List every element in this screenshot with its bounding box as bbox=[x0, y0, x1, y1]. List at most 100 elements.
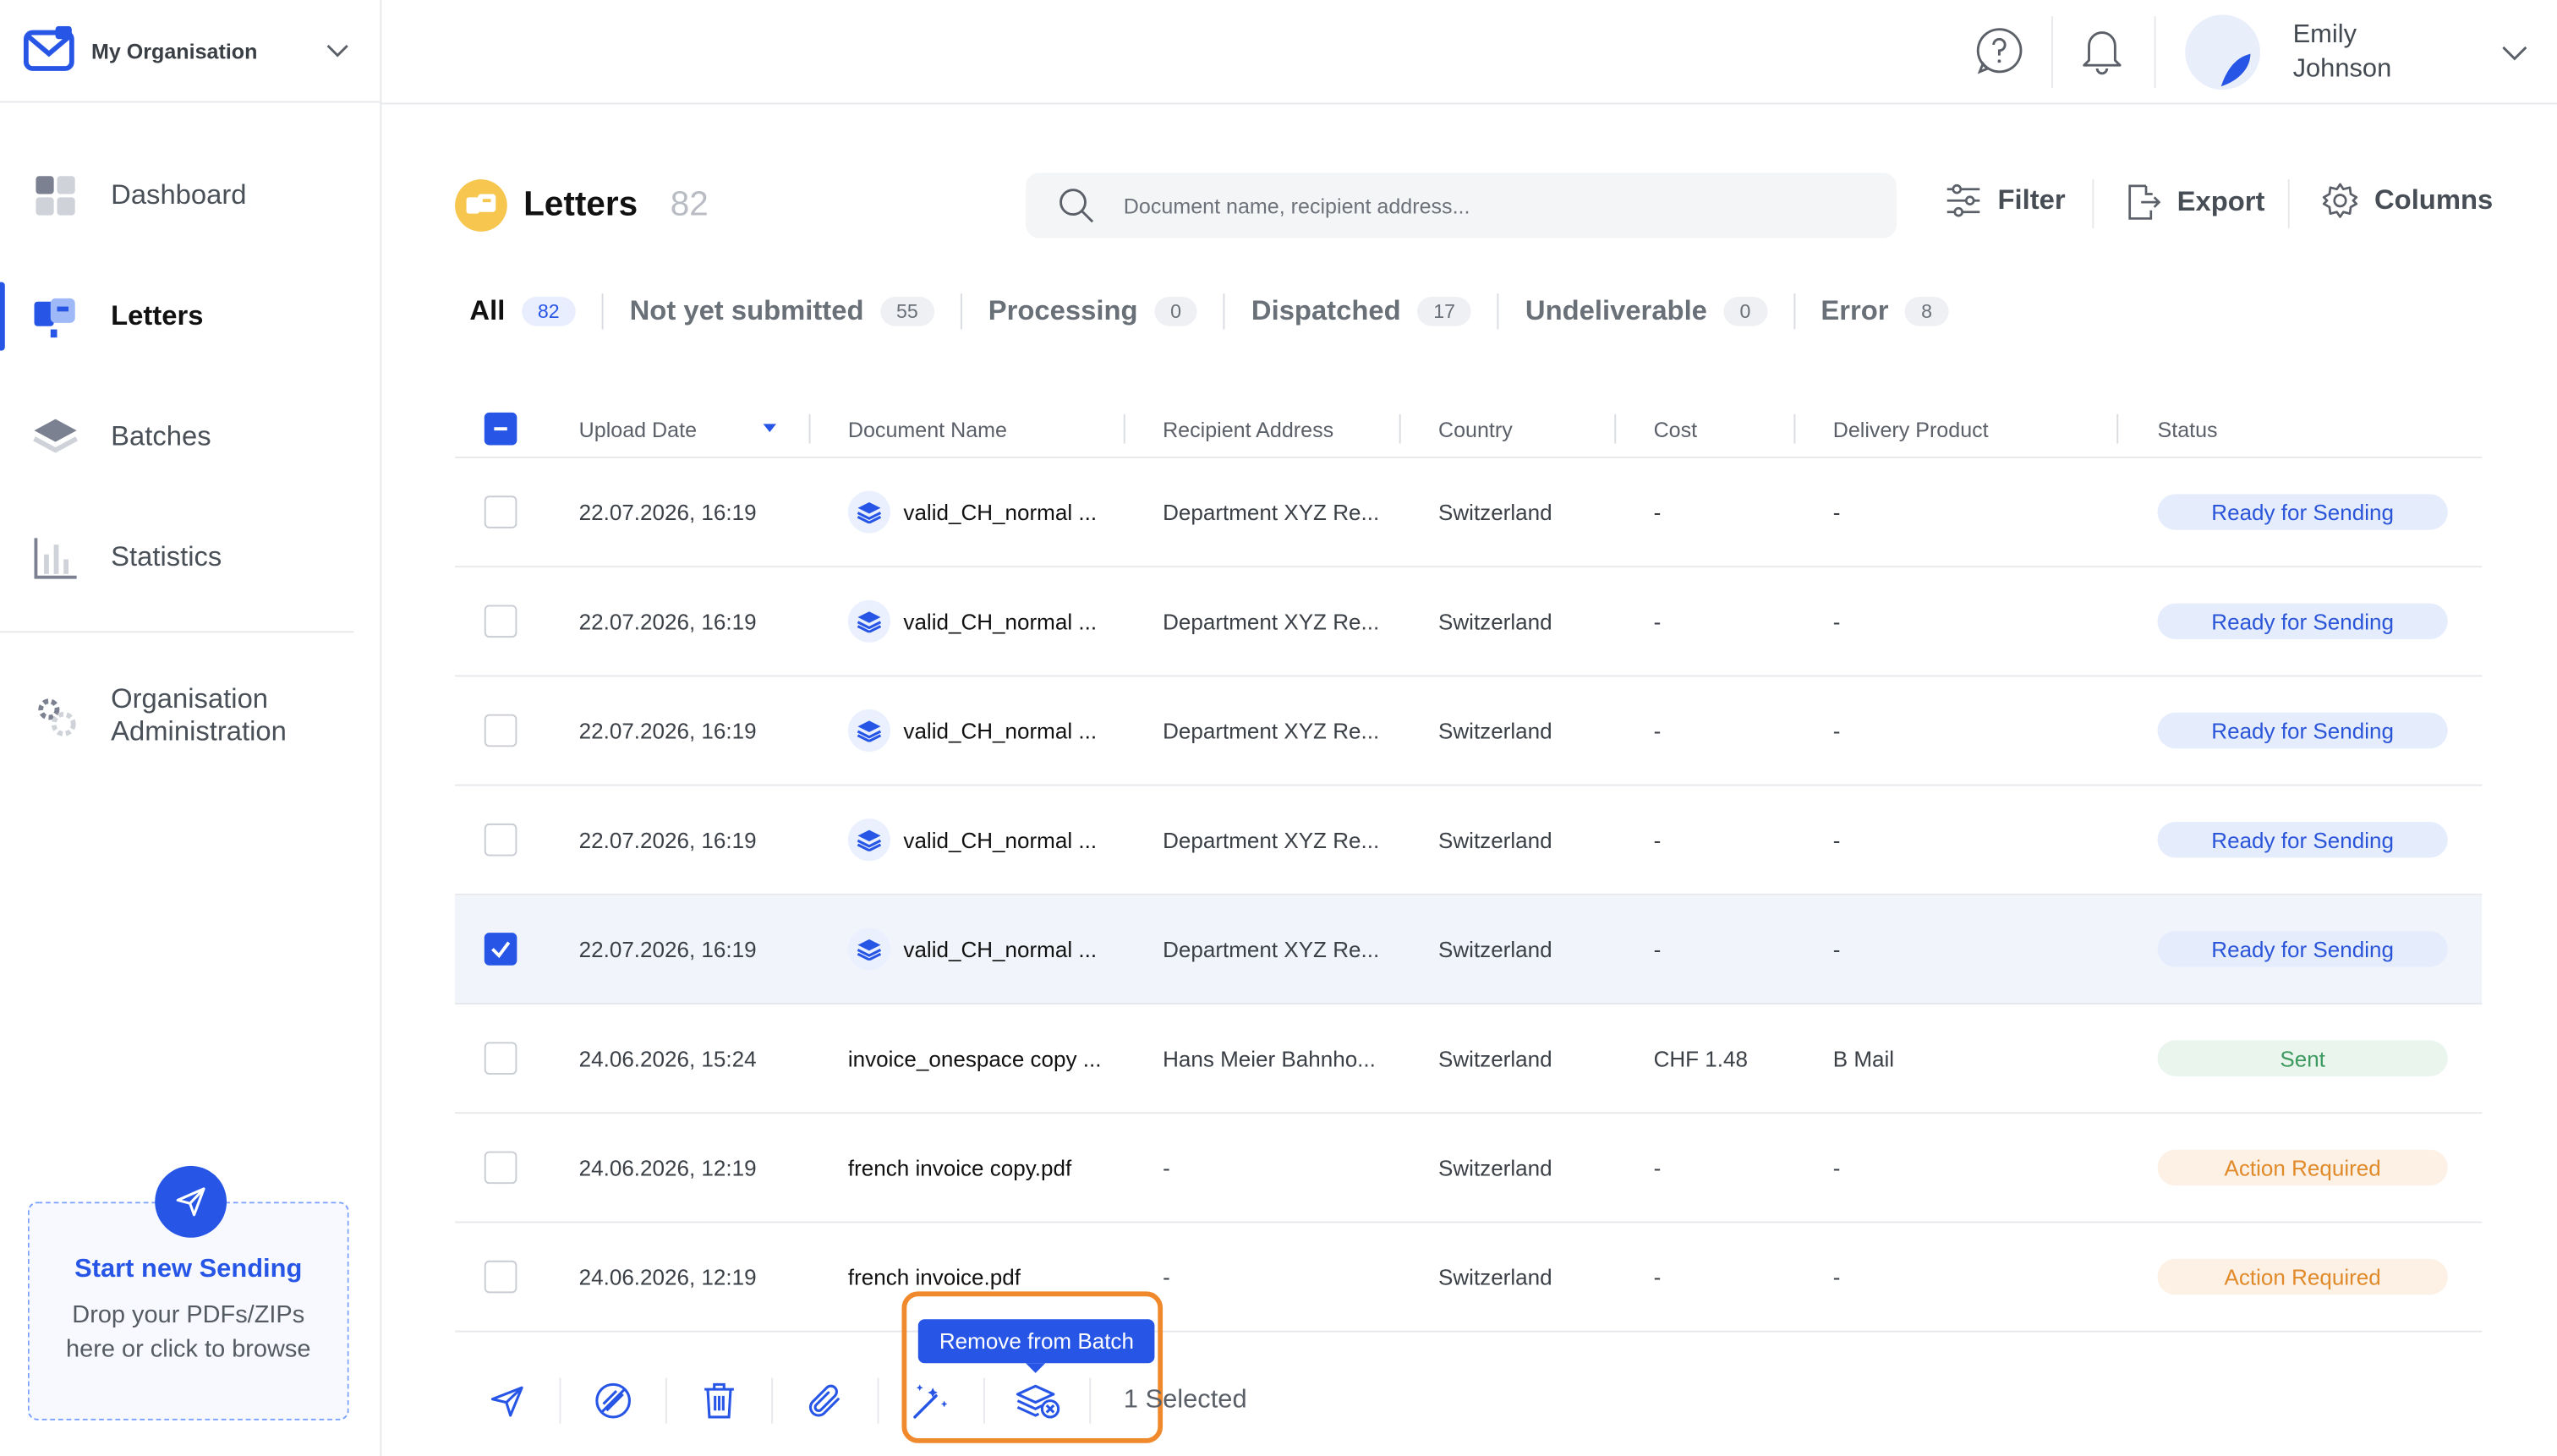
export-icon bbox=[2128, 184, 2161, 220]
cancel-button[interactable] bbox=[561, 1381, 665, 1420]
magic-wand-icon bbox=[913, 1384, 948, 1419]
column-header-delivery-product[interactable]: Delivery Product bbox=[1833, 417, 1989, 441]
row-checkbox[interactable] bbox=[484, 1260, 517, 1294]
send-new-button[interactable] bbox=[155, 1165, 227, 1238]
selected-count: 1 Selected bbox=[1123, 1386, 1247, 1415]
document-name-cell[interactable]: french invoice.pdf bbox=[848, 1265, 1021, 1289]
gear-icon bbox=[2322, 183, 2358, 218]
table-row[interactable]: 24.06.2026, 12:19 french invoice.pdf - Swit… bbox=[455, 1223, 2483, 1333]
table-row[interactable]: 24.06.2026, 15:24 invoice_onespace copy .… bbox=[455, 1004, 2483, 1114]
column-header-status[interactable]: Status bbox=[2157, 417, 2217, 441]
row-checkbox[interactable] bbox=[484, 823, 517, 857]
document-name: valid_CH_normal ... bbox=[903, 718, 1098, 743]
sort-desc-icon[interactable] bbox=[762, 422, 778, 435]
avatar[interactable] bbox=[2185, 14, 2260, 90]
columns-label: Columns bbox=[2374, 183, 2494, 216]
cost: - bbox=[1653, 609, 1662, 634]
column-header-recipient-address[interactable]: Recipient Address bbox=[1163, 417, 1333, 441]
delivery-product: B Mail bbox=[1832, 1046, 1895, 1071]
table-row[interactable]: 22.07.2026, 16:19 valid_CH_normal ... Depa… bbox=[455, 567, 2483, 677]
export-button[interactable]: Export bbox=[2125, 183, 2264, 222]
nav-item-batches[interactable]: Batches bbox=[0, 376, 380, 497]
nav-item-letters[interactable]: Letters bbox=[0, 256, 380, 377]
tab-error[interactable]: Error 8 bbox=[1821, 295, 1949, 328]
status-badge-cell: Ready for Sending bbox=[2157, 712, 2448, 749]
upload-date: 22.07.2026, 16:19 bbox=[578, 609, 757, 634]
column-header-country[interactable]: Country bbox=[1438, 417, 1513, 441]
user-name[interactable]: Emily Johnson bbox=[2293, 18, 2392, 86]
search-input[interactable] bbox=[1120, 191, 1845, 220]
magic-wand-button[interactable] bbox=[879, 1381, 983, 1420]
row-checkbox[interactable] bbox=[484, 933, 517, 966]
tab-divider bbox=[960, 293, 962, 330]
tab-count: 8 bbox=[1904, 296, 1949, 326]
tab-not-yet-submitted[interactable]: Not yet submitted 55 bbox=[630, 295, 935, 328]
document-name-cell[interactable]: valid_CH_normal ... bbox=[847, 709, 1098, 753]
status-badge: Ready for Sending bbox=[2157, 712, 2448, 749]
table-row[interactable]: 22.07.2026, 16:19 valid_CH_normal ... Depa… bbox=[455, 676, 2483, 786]
select-all-checkbox[interactable] bbox=[484, 412, 517, 446]
help-icon[interactable] bbox=[1974, 25, 2026, 77]
columns-button[interactable]: Columns bbox=[2322, 183, 2493, 218]
chevron-down-icon[interactable] bbox=[2500, 37, 2529, 67]
row-checkbox[interactable] bbox=[484, 605, 517, 638]
delete-button[interactable] bbox=[667, 1381, 771, 1420]
row-checkbox[interactable] bbox=[484, 495, 517, 528]
bell-icon[interactable] bbox=[2076, 25, 2128, 77]
document-name-cell[interactable]: invoice_onespace copy ... bbox=[848, 1046, 1102, 1070]
row-checkbox[interactable] bbox=[484, 1042, 517, 1075]
tab-dispatched[interactable]: Dispatched 17 bbox=[1251, 295, 1472, 328]
nav-item-dashboard[interactable]: Dashboard bbox=[0, 135, 380, 256]
send-button[interactable] bbox=[455, 1382, 559, 1418]
tab-label: Processing bbox=[988, 295, 1138, 326]
status-badge-cell: Sent bbox=[2157, 1040, 2448, 1076]
row-checkbox[interactable] bbox=[484, 1151, 517, 1185]
column-header-upload-date[interactable]: Upload Date bbox=[579, 417, 779, 441]
table-row[interactable]: 24.06.2026, 12:19 french invoice copy.pdf… bbox=[455, 1114, 2483, 1223]
batch-icon bbox=[847, 818, 890, 862]
tab-count: 17 bbox=[1416, 296, 1472, 326]
letters-table: Upload Date Document Name Recipient Addr… bbox=[455, 401, 2483, 1333]
row-checkbox[interactable] bbox=[484, 714, 517, 747]
remove-from-batch-button[interactable] bbox=[985, 1381, 1089, 1420]
status-badge-cell: Ready for Sending bbox=[2157, 494, 2448, 530]
document-name: valid_CH_normal ... bbox=[903, 609, 1098, 634]
column-header-document-name[interactable]: Document Name bbox=[848, 417, 1007, 441]
document-name-cell[interactable]: valid_CH_normal ... bbox=[847, 490, 1098, 534]
country: Switzerland bbox=[1437, 1155, 1552, 1180]
tab-divider bbox=[601, 293, 604, 330]
page-count: 82 bbox=[670, 185, 709, 224]
document-name-cell[interactable]: valid_CH_normal ... bbox=[847, 928, 1097, 971]
filter-button[interactable]: Filter bbox=[1946, 183, 2066, 218]
document-name: valid_CH_normal ... bbox=[903, 500, 1098, 525]
table-row[interactable]: 22.07.2026, 16:19 valid_CH_normal ... Depa… bbox=[455, 458, 2483, 568]
cost: - bbox=[1653, 936, 1662, 961]
upload-date: 22.07.2026, 16:19 bbox=[578, 500, 757, 525]
tooltip-remove-from-batch: Remove from Batch bbox=[917, 1319, 1156, 1373]
remove-from-batch-icon bbox=[1016, 1384, 1060, 1419]
table-row[interactable]: 22.07.2026, 16:19 valid_CH_normal ... Depa… bbox=[455, 786, 2483, 895]
nav-item-statistics[interactable]: Statistics bbox=[0, 497, 380, 618]
attach-button[interactable] bbox=[773, 1381, 877, 1420]
document-name-cell[interactable]: valid_CH_normal ... bbox=[847, 599, 1098, 643]
status-badge: Ready for Sending bbox=[2157, 494, 2448, 530]
nav-item-organisation-administration[interactable]: Organisation Administration bbox=[0, 646, 380, 786]
organisation-switcher[interactable]: My Organisation bbox=[0, 0, 381, 103]
document-name-cell[interactable]: valid_CH_normal ... bbox=[847, 818, 1097, 862]
search-icon bbox=[1059, 189, 1094, 223]
status-badge: Ready for Sending bbox=[2157, 931, 2448, 967]
app-logo-icon bbox=[23, 25, 74, 71]
document-name-cell[interactable]: french invoice copy.pdf bbox=[848, 1155, 1071, 1180]
table-row[interactable]: 22.07.2026, 16:19 valid_CH_normal ... Depa… bbox=[455, 895, 2483, 1004]
tab-processing[interactable]: Processing 0 bbox=[988, 295, 1198, 328]
upload-dropzone[interactable]: Start new Sending Drop your PDFs/ZIPs he… bbox=[27, 1165, 349, 1420]
tab-undeliverable[interactable]: Undeliverable 0 bbox=[1525, 295, 1767, 328]
document-name: invoice_onespace copy ... bbox=[847, 1046, 1102, 1071]
user-last-name: Johnson bbox=[2292, 55, 2392, 84]
delivery-product: - bbox=[1832, 936, 1841, 961]
column-header-cost[interactable]: Cost bbox=[1654, 417, 1698, 441]
tab-all[interactable]: All 82 bbox=[469, 295, 576, 328]
top-bar: Emily Johnson bbox=[380, 0, 2557, 105]
status-badge-cell: Ready for Sending bbox=[2157, 931, 2448, 967]
chevron-down-icon bbox=[326, 44, 348, 57]
